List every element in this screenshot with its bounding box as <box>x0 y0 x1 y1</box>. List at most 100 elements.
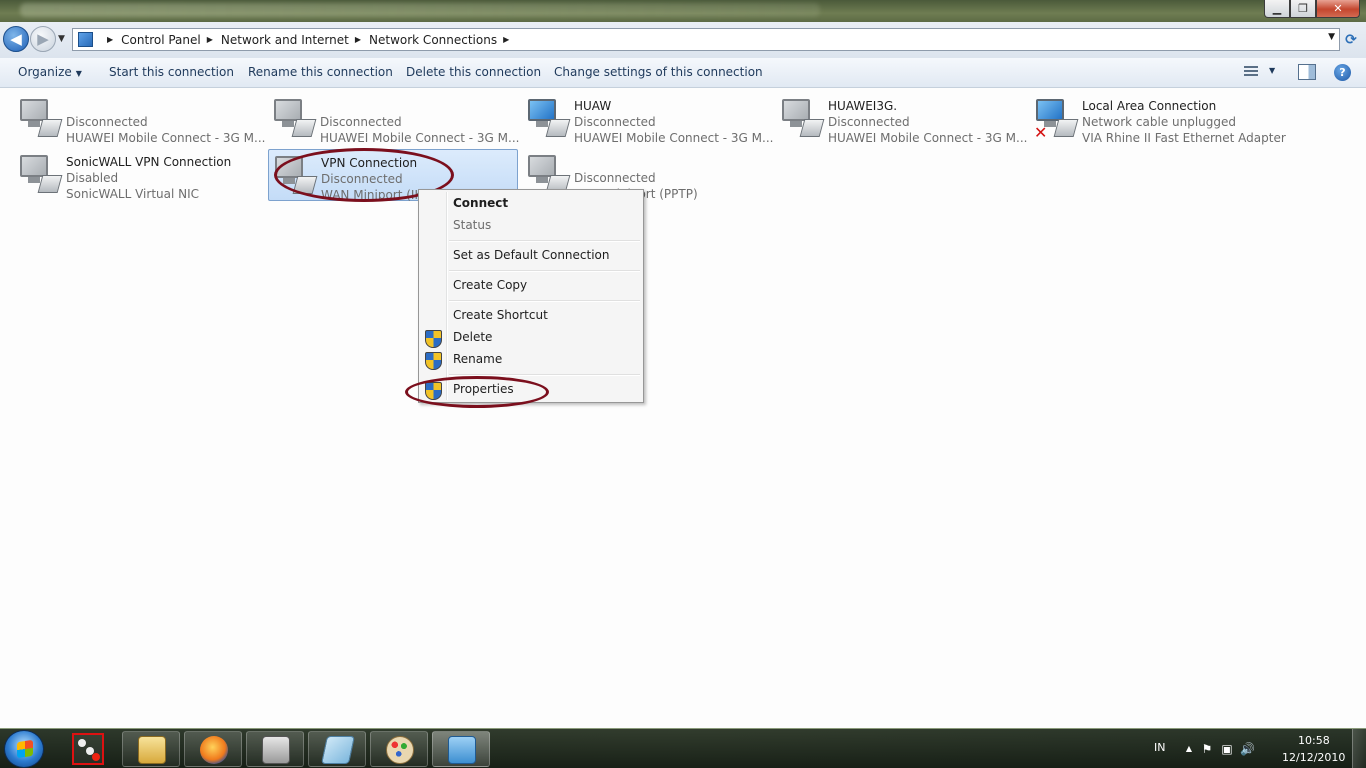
menu-separator <box>449 270 640 272</box>
menu-separator <box>449 374 640 376</box>
control-panel-icon <box>78 32 93 47</box>
clock-time[interactable]: 10:58 <box>1298 734 1330 747</box>
context-menu: Connect Status Set as Default Connection… <box>418 189 644 403</box>
uac-shield-icon <box>425 382 442 400</box>
uac-shield-icon <box>425 352 442 370</box>
language-indicator[interactable]: IN <box>1154 741 1165 754</box>
taskbar-paint-button[interactable] <box>370 731 428 767</box>
taskbar-explorer-button[interactable] <box>122 731 180 767</box>
view-options-chevron-icon[interactable]: ▼ <box>1269 66 1275 75</box>
command-bar: Organize ▼ Start this connection Rename t… <box>0 58 1366 88</box>
modem-connection-icon <box>272 97 317 141</box>
taskbar-app-network-icon[interactable] <box>72 733 104 765</box>
connection-name: Local Area Connection <box>1082 99 1217 113</box>
menu-item-delete[interactable]: Delete <box>453 330 492 344</box>
menu-separator <box>449 240 640 242</box>
modem-connection-icon <box>18 97 63 141</box>
show-desktop-button[interactable] <box>1352 729 1366 768</box>
back-button[interactable]: ◀ <box>3 26 29 52</box>
minimize-button[interactable]: ▁ <box>1264 0 1290 18</box>
connection-status: Disconnected <box>321 172 403 186</box>
change-settings-button[interactable]: Change settings of this connection <box>554 65 763 79</box>
breadcrumb-network-connections[interactable]: Network Connections <box>369 33 497 47</box>
title-bar: ▁ ❐ ✕ <box>0 0 1366 22</box>
modem-connection-icon <box>526 97 571 141</box>
connection-tile-2[interactable]: Disconnected HUAWEI Mobile Connect - 3G … <box>268 93 520 145</box>
preview-pane-icon[interactable] <box>1298 64 1316 80</box>
delete-connection-button[interactable]: Delete this connection <box>406 65 541 79</box>
breadcrumb-separator-icon[interactable]: ▶ <box>503 35 509 44</box>
address-bar: ◀ ▶ ▼ ▶ Control Panel ▶ Network and Inte… <box>0 22 1366 58</box>
breadcrumb-separator-icon[interactable]: ▶ <box>355 35 361 44</box>
connection-device: HUAWEI Mobile Connect - 3G M... <box>66 131 266 145</box>
breadcrumb-separator-icon[interactable]: ▶ <box>207 35 213 44</box>
connection-name: HUAWEI3G. <box>828 99 898 113</box>
vpn-connection-icon <box>18 153 63 197</box>
connection-tile-local-area[interactable]: ✕ Local Area Connection Network cable un… <box>1030 93 1286 145</box>
uac-shield-icon <box>425 330 442 348</box>
connection-tile-4[interactable]: HUAWEI3G. Disconnected HUAWEI Mobile Con… <box>776 93 1028 145</box>
menu-item-properties[interactable]: Properties <box>453 382 514 396</box>
clock-date[interactable]: 12/12/2010 <box>1282 751 1345 764</box>
connection-name: SonicWALL VPN Connection <box>66 155 232 169</box>
control-panel-icon <box>262 736 290 764</box>
connection-status: Network cable unplugged <box>1082 115 1237 129</box>
volume-icon[interactable]: 🔊 <box>1240 742 1255 756</box>
paint-palette-icon <box>386 736 414 764</box>
taskbar-control-panel-button[interactable] <box>246 731 304 767</box>
system-tray: IN ▲ ⚑ ▣ 🔊 10:58 12/12/2010 <box>1136 729 1366 768</box>
connection-status: Disabled <box>66 171 119 185</box>
change-view-icon[interactable] <box>1243 64 1261 80</box>
connection-status: Disconnected <box>66 115 148 129</box>
connection-device: WAN Miniport (IKE <box>321 188 430 202</box>
breadcrumb[interactable]: ▶ Control Panel ▶ Network and Internet ▶… <box>72 28 1340 51</box>
menu-item-create-shortcut[interactable]: Create Shortcut <box>453 308 548 322</box>
organize-button[interactable]: Organize ▼ <box>18 65 82 79</box>
connection-name: HUAW <box>574 99 612 113</box>
breadcrumb-network-and-internet[interactable]: Network and Internet <box>221 33 349 47</box>
taskbar-network-connections-button[interactable] <box>432 731 490 767</box>
menu-item-status[interactable]: Status <box>453 218 491 232</box>
connection-device: HUAWEI Mobile Connect - 3G M... <box>320 131 520 145</box>
window-controls: ▁ ❐ ✕ <box>1264 0 1360 18</box>
taskbar-notepad-button[interactable] <box>308 731 366 767</box>
breadcrumb-separator-icon[interactable]: ▶ <box>107 35 113 44</box>
menu-item-connect[interactable]: Connect <box>453 196 508 210</box>
forward-button[interactable]: ▶ <box>30 26 56 52</box>
menu-item-rename[interactable]: Rename <box>453 352 502 366</box>
windows-logo-icon <box>17 739 33 759</box>
rename-connection-button[interactable]: Rename this connection <box>248 65 393 79</box>
connection-device: HUAWEI Mobile Connect - 3G M... <box>828 131 1028 145</box>
breadcrumb-control-panel[interactable]: Control Panel <box>121 33 201 47</box>
ethernet-connection-icon: ✕ <box>1034 97 1079 142</box>
taskbar: IN ▲ ⚑ ▣ 🔊 10:58 12/12/2010 <box>0 728 1366 768</box>
close-button[interactable]: ✕ <box>1316 0 1360 18</box>
show-hidden-icons-icon[interactable]: ▲ <box>1182 742 1196 756</box>
connection-tile-3[interactable]: HUAW Disconnected HUAWEI Mobile Connect … <box>522 93 774 145</box>
organize-label: Organize <box>18 65 72 79</box>
connection-device: SonicWALL Virtual NIC <box>66 187 200 201</box>
menu-item-create-copy[interactable]: Create Copy <box>453 278 527 292</box>
start-connection-button[interactable]: Start this connection <box>109 65 234 79</box>
refresh-icon[interactable]: ⟳ <box>1340 28 1362 51</box>
connection-tile-1[interactable]: Disconnected HUAWEI Mobile Connect - 3G … <box>14 93 266 145</box>
connection-name: VPN Connection <box>321 156 418 170</box>
taskbar-firefox-button[interactable] <box>184 731 242 767</box>
recent-pages-button[interactable]: ▼ <box>58 34 65 44</box>
menu-separator <box>449 300 640 302</box>
window-title-blurred <box>20 3 820 17</box>
connection-tile-sonicwall[interactable]: SonicWALL VPN Connection Disabled SonicW… <box>14 149 264 201</box>
address-dropdown-icon[interactable]: ▼ <box>1328 32 1335 42</box>
action-center-flag-icon[interactable]: ⚑ <box>1200 742 1214 756</box>
folder-icon <box>138 736 166 764</box>
network-tray-icon[interactable]: ▣ <box>1220 742 1234 756</box>
menu-item-set-default[interactable]: Set as Default Connection <box>453 248 610 262</box>
connection-device: HUAWEI Mobile Connect - 3G M... <box>574 131 774 145</box>
help-icon[interactable]: ? <box>1334 64 1351 81</box>
connection-status: Disconnected <box>574 171 656 185</box>
start-button[interactable] <box>4 730 44 768</box>
connection-status: Disconnected <box>574 115 656 129</box>
maximize-button[interactable]: ❐ <box>1290 0 1316 18</box>
modem-connection-icon <box>780 97 825 141</box>
connection-status: Disconnected <box>828 115 910 129</box>
